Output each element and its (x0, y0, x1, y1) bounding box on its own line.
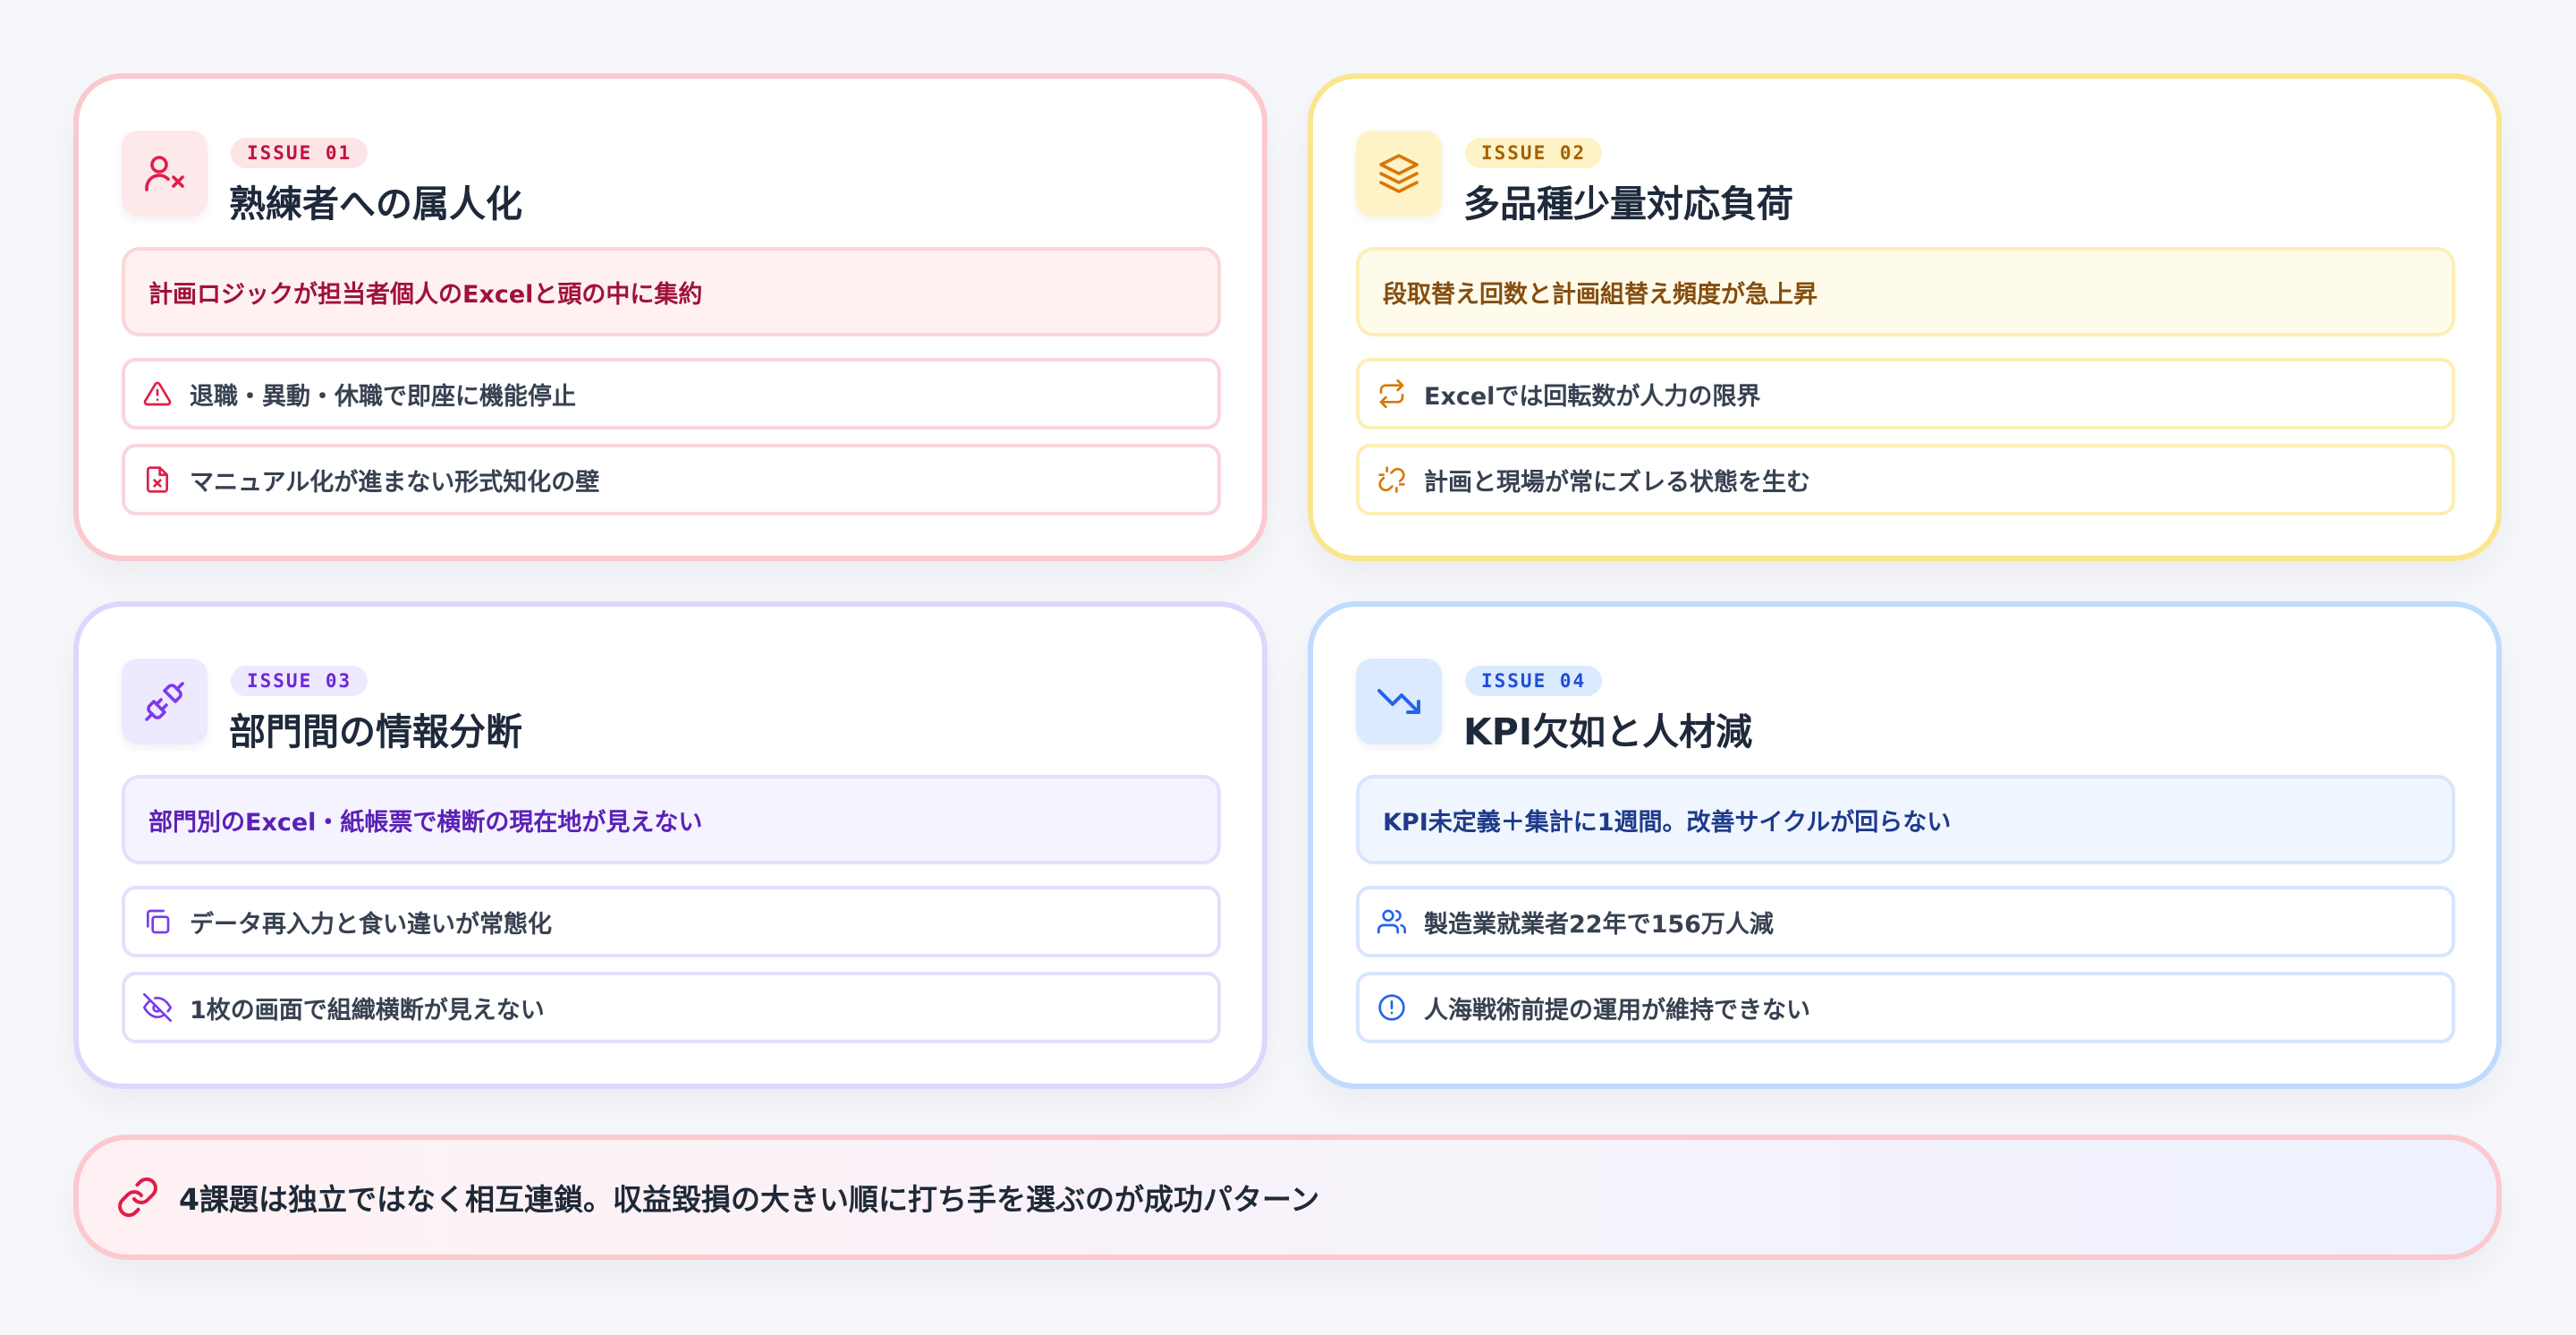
issue-badge: ISSUE 02 (1465, 138, 1603, 168)
plug-unplugged-icon (122, 659, 208, 744)
issue-card-02: ISSUE 02 多品種少量対応負荷 段取替え回数と計画組替え頻度が急上昇 Ex… (1308, 73, 2502, 561)
issue-summary: 部門別のExcel・紙帳票で横断の現在地が見えない (122, 775, 1221, 864)
issue-card-03: ISSUE 03 部門間の情報分断 部門別のExcel・紙帳票で横断の現在地が見… (73, 601, 1267, 1089)
issue-point: 退職・異動・休職で即座に機能停止 (122, 358, 1221, 429)
issue-point: データ再入力と食い違いが常態化 (122, 886, 1221, 957)
issue-point: 計画と現場が常にズレる状態を生む (1356, 444, 2455, 515)
users-icon (1376, 906, 1408, 938)
issue-badge: ISSUE 03 (231, 666, 369, 696)
issue-point-text: Excelでは回転数が人力の限界 (1424, 382, 1761, 411)
issue-point-text: 計画と現場が常にズレる状態を生む (1424, 468, 1810, 497)
conclusion-text: 4課題は独立ではなく相互連鎖。収益毀損の大きい順に打ち手を選ぶのが成功パターン (179, 1182, 1320, 1217)
issue-card-04: ISSUE 04 KPI欠如と人材減 KPI未定義＋集計に1週間。改善サイクルが… (1308, 601, 2502, 1089)
issue-badge: ISSUE 04 (1465, 666, 1603, 696)
eye-off-icon (141, 991, 174, 1024)
issue-card-01: ISSUE 01 熟練者への属人化 計画ロジックが担当者個人のExcelと頭の中… (73, 73, 1267, 561)
issue-point-text: マニュアル化が進まない形式知化の壁 (190, 468, 600, 497)
issue-title: 熟練者への属人化 (229, 183, 522, 225)
issue-point-text: 退職・異動・休職で即座に機能停止 (190, 382, 576, 411)
alert-circle-icon (1376, 991, 1408, 1024)
issue-summary: KPI未定義＋集計に1週間。改善サイクルが回らない (1356, 775, 2455, 864)
link-icon (116, 1176, 159, 1219)
issue-point: 製造業就業者22年で156万人減 (1356, 886, 2455, 957)
issue-point: 1枚の画面で組織横断が見えない (122, 972, 1221, 1043)
issue-summary: 段取替え回数と計画組替え頻度が急上昇 (1356, 247, 2455, 336)
alert-triangle-icon (141, 378, 174, 410)
layers-icon (1356, 131, 1442, 217)
issue-point-text: データ再入力と食い違いが常態化 (190, 910, 552, 939)
trending-down-icon (1356, 659, 1442, 744)
issue-point: マニュアル化が進まない形式知化の壁 (122, 444, 1221, 515)
issue-point: 人海戦術前提の運用が維持できない (1356, 972, 2455, 1043)
issue-summary: 計画ロジックが担当者個人のExcelと頭の中に集約 (122, 247, 1221, 336)
issue-title: 部門間の情報分断 (229, 710, 522, 753)
issue-point-text: 製造業就業者22年で156万人減 (1424, 910, 1774, 939)
conclusion-banner: 4課題は独立ではなく相互連鎖。収益毀損の大きい順に打ち手を選ぶのが成功パターン (73, 1135, 2502, 1260)
issue-badge: ISSUE 01 (231, 138, 369, 168)
file-x-icon (141, 463, 174, 496)
issue-title: KPI欠如と人材減 (1463, 710, 1753, 753)
issue-point: Excelでは回転数が人力の限界 (1356, 358, 2455, 429)
unlink-icon (1376, 463, 1408, 496)
user-x-icon (122, 131, 208, 217)
issue-title: 多品種少量対応負荷 (1463, 183, 1793, 225)
copy-icon (141, 906, 174, 938)
issue-point-text: 人海戦術前提の運用が維持できない (1424, 996, 1810, 1025)
repeat-icon (1376, 378, 1408, 410)
issue-point-text: 1枚の画面で組織横断が見えない (190, 996, 545, 1025)
